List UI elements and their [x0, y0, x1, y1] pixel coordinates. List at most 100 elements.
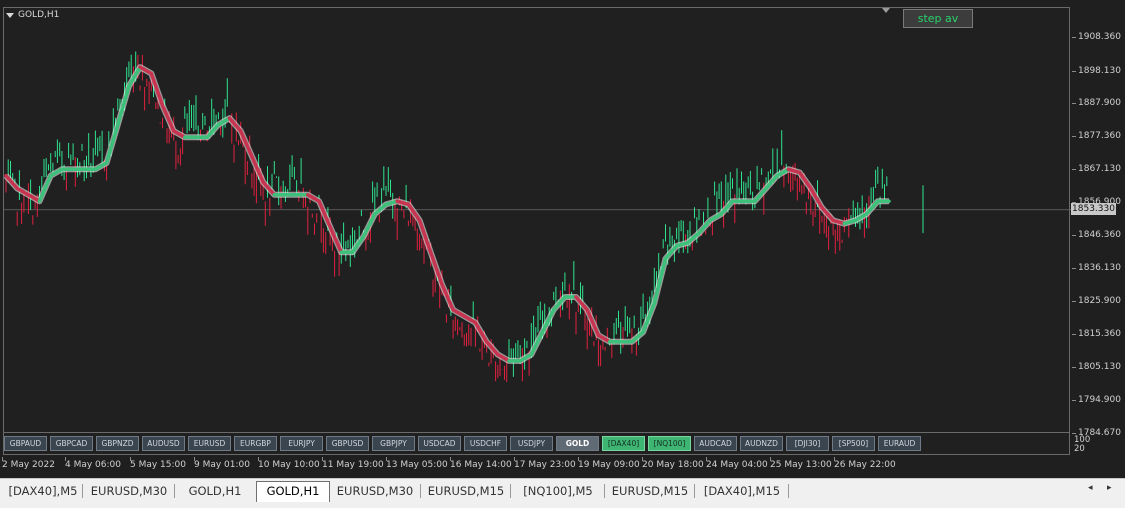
- step-average-segment: [428, 250, 444, 286]
- current-price-label: 1853.330: [1071, 203, 1116, 215]
- symbol-button-gbpnzd[interactable]: GBPNZD: [96, 436, 139, 451]
- step-average-segment: [37, 173, 53, 203]
- tab-5[interactable]: EURUSD,M30: [330, 482, 420, 501]
- price-label: 1867.130: [1078, 164, 1121, 174]
- step-average-segment: [406, 202, 422, 223]
- tab-6[interactable]: EURUSD,M15: [422, 482, 510, 501]
- tab-scroll-right-icon[interactable]: ▸: [1107, 483, 1112, 493]
- step-average-segment: [238, 129, 254, 159]
- step-average-segment: [149, 71, 165, 108]
- price-tick: [1072, 367, 1076, 368]
- step-av-button[interactable]: step av: [903, 9, 973, 28]
- price-tick: [1072, 334, 1076, 335]
- step-average-segment: [529, 330, 545, 357]
- symbol-button-audcad[interactable]: AUDCAD: [694, 436, 737, 451]
- step-average-segment: [350, 234, 366, 255]
- price-tick: [1072, 136, 1076, 137]
- time-label: 17 May 23:00: [514, 460, 576, 470]
- step-average-segment: [809, 186, 824, 210]
- shift-marker-icon[interactable]: [882, 8, 890, 13]
- price-label: 1815.360: [1078, 329, 1121, 339]
- time-label: 9 May 01:00: [194, 460, 250, 470]
- symbol-button-nq100[interactable]: [NQ100]: [648, 436, 691, 451]
- price-plot-area[interactable]: [3, 7, 1071, 434]
- chart-menu-triangle-icon[interactable]: [6, 12, 14, 18]
- step-average-segment: [104, 122, 120, 165]
- tab-1[interactable]: [DAX40],M5: [4, 482, 82, 501]
- symbol-button-dji30[interactable]: [DJI30]: [786, 436, 829, 451]
- price-label: 1898.130: [1078, 66, 1121, 76]
- step-average-segment: [317, 199, 332, 229]
- price-tick: [1072, 400, 1076, 401]
- price-label: 1846.360: [1078, 230, 1121, 240]
- step-average-segment: [250, 154, 265, 184]
- time-label: 11 May 19:00: [322, 460, 384, 470]
- tab-separator: [420, 484, 421, 498]
- symbol-button-gbpusd[interactable]: GBPUSD: [326, 436, 369, 451]
- time-label: 2 May 2022: [2, 460, 55, 470]
- symbol-button-eurusd[interactable]: EURUSD: [188, 436, 231, 451]
- step-average-segment: [473, 320, 489, 344]
- price-bars: [5, 51, 888, 382]
- symbol-button-gbpaud[interactable]: GBPAUD: [4, 436, 47, 451]
- step-average-segment: [585, 308, 601, 338]
- tab-9[interactable]: [DAX40],M15: [696, 482, 788, 501]
- tab-separator: [174, 484, 175, 498]
- step-average-segment: [641, 301, 657, 334]
- time-label: 20 May 18:00: [642, 460, 704, 470]
- step-average-segment: [361, 212, 377, 239]
- symbol-button-eurjpy[interactable]: EURJPY: [280, 436, 323, 451]
- time-label: 13 May 05:00: [386, 460, 448, 470]
- step-average-segment: [127, 65, 142, 88]
- time-label: 5 May 15:00: [130, 460, 186, 470]
- time-label: 25 May 13:00: [770, 460, 832, 470]
- time-axis[interactable]: 2 May 2022 4 May 06:00 5 May 15:00 9 May 01…: [0, 457, 1070, 477]
- price-label: 1836.130: [1078, 263, 1121, 273]
- symbol-button-row: GBPAUD GBPCAD GBPNZD AUDUSD EURUSD EURGBP EURJ…: [4, 436, 921, 451]
- indicator-level-20: 20: [1074, 444, 1085, 454]
- symbol-button-gbpcad[interactable]: GBPCAD: [50, 436, 93, 451]
- symbol-button-dax40[interactable]: [DAX40]: [602, 436, 645, 451]
- symbol-button-usdcad[interactable]: USDCAD: [418, 436, 461, 451]
- step-average-segment: [652, 256, 668, 306]
- tab-separator: [82, 484, 83, 498]
- price-tick: [1072, 169, 1076, 170]
- tab-separator: [510, 484, 511, 498]
- tab-scroll-left-icon[interactable]: ◂: [1088, 483, 1093, 493]
- symbol-button-sp500[interactable]: [SP500]: [832, 436, 875, 451]
- tab-4[interactable]: GOLD,H1: [256, 481, 330, 502]
- step-average-segment: [116, 84, 131, 127]
- price-tick: [1072, 235, 1076, 236]
- tab-2[interactable]: EURUSD,M30: [84, 482, 174, 501]
- symbol-button-euraud[interactable]: EURAUD: [878, 436, 921, 451]
- price-tick: [1072, 37, 1076, 38]
- chart-tab-bar: [DAX40],M5 EURUSD,M30 GOLD,H1 GOLD,H1 EURUSD…: [0, 478, 1125, 508]
- step-average-segment: [440, 282, 455, 312]
- time-label: 4 May 06:00: [65, 460, 121, 470]
- symbol-button-eurgbp[interactable]: EURGBP: [234, 436, 277, 451]
- symbol-button-gbpjpy[interactable]: GBPJPY: [372, 436, 415, 451]
- price-label: 1877.360: [1078, 131, 1121, 141]
- tab-7[interactable]: [NQ100],M5: [512, 482, 604, 501]
- tab-3[interactable]: GOLD,H1: [176, 482, 254, 501]
- symbol-button-audnzd[interactable]: AUDNZD: [740, 436, 783, 451]
- chart-window[interactable]: GOLD,H1 step av GBPAUD GBPCAD GBPNZD AUDUSD…: [0, 0, 1125, 478]
- time-label: 19 May 09:00: [578, 460, 640, 470]
- price-tick: [1072, 268, 1076, 269]
- symbol-button-gold[interactable]: GOLD: [556, 436, 599, 451]
- step-average-outline: [4, 64, 889, 364]
- time-label: 24 May 04:00: [706, 460, 768, 470]
- step-average-segment: [328, 225, 344, 255]
- symbol-button-usdjpy[interactable]: USDJPY: [510, 436, 553, 451]
- price-tick: [1072, 103, 1076, 104]
- step-average-segment: [540, 308, 556, 334]
- symbol-button-audusd[interactable]: AUDUSD: [142, 436, 185, 451]
- step-average-segment: [160, 103, 176, 133]
- price-chart-svg[interactable]: [4, 8, 1071, 434]
- price-tick: [1072, 301, 1076, 302]
- tab-8[interactable]: EURUSD,M15: [606, 482, 694, 501]
- time-label: 26 May 22:00: [834, 460, 896, 470]
- price-tick: [1072, 433, 1076, 434]
- symbol-button-usdchf[interactable]: USDCHF: [464, 436, 507, 451]
- price-axis[interactable]: 1908.360 1898.130 1887.900 1877.360 1867.130…: [1072, 0, 1125, 478]
